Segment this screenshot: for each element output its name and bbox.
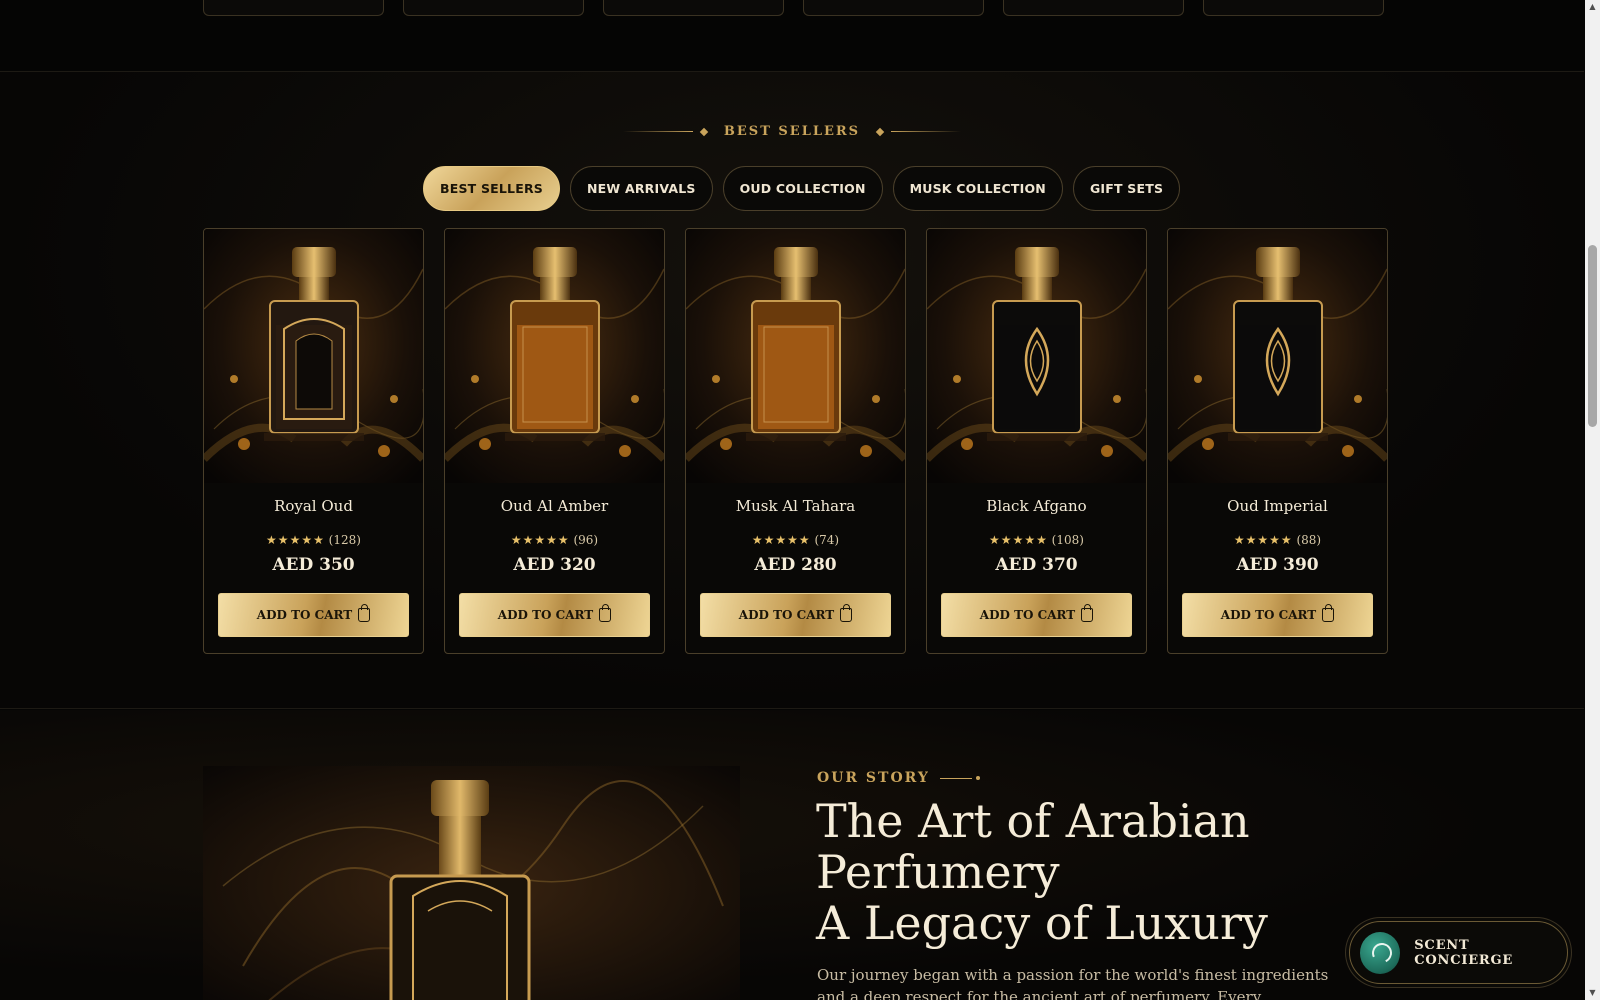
- perfume-bottle-illustration: [445, 229, 664, 483]
- story-title-line: A Legacy of Luxury: [816, 896, 1268, 950]
- product-card[interactable]: Oud Imperial ★★★★★ (88) AED 390 ADD TO C…: [1167, 228, 1388, 654]
- perfume-bottle-illustration: [204, 229, 423, 483]
- page-scrollbar[interactable]: ▲ ▼: [1585, 0, 1600, 1000]
- product-price: AED 320: [513, 555, 596, 575]
- scrollbar-thumb[interactable]: [1588, 245, 1597, 427]
- category-card[interactable]: [1003, 0, 1184, 16]
- shopping-bag-icon: [840, 604, 853, 622]
- shopping-bag-icon: [599, 604, 612, 622]
- product-card[interactable]: Black Afgano ★★★★★ (108) AED 370 ADD TO …: [926, 228, 1147, 654]
- product-price: AED 280: [754, 555, 837, 575]
- scroll-down-icon[interactable]: ▼: [1588, 988, 1597, 997]
- product-name[interactable]: Royal Oud: [204, 497, 423, 515]
- story-image: [203, 766, 740, 1000]
- add-to-cart-button[interactable]: ADD TO CART: [459, 593, 650, 637]
- product-rating: ★★★★★ (128): [204, 533, 423, 547]
- add-to-cart-button[interactable]: ADD TO CART: [700, 593, 891, 637]
- tab-musk-collection[interactable]: MUSK COLLECTION: [892, 166, 1063, 211]
- review-count: (88): [1296, 533, 1322, 547]
- star-rating-icon: ★★★★★: [510, 533, 570, 547]
- star-rating-icon: ★★★★★: [266, 533, 325, 547]
- product-name[interactable]: Musk Al Tahara: [686, 497, 905, 515]
- scent-concierge-label: SCENT CONCIERGE: [1414, 937, 1514, 968]
- product-card[interactable]: Musk Al Tahara ★★★★★ (74) AED 280 ADD TO…: [685, 228, 906, 654]
- product-name[interactable]: Oud Imperial: [1168, 497, 1387, 515]
- product-rating: ★★★★★ (88): [1168, 533, 1387, 547]
- tab-best-sellers[interactable]: BEST SELLERS: [423, 166, 560, 211]
- section-heading: BEST SELLERS: [0, 124, 1584, 139]
- category-card[interactable]: [203, 0, 384, 16]
- add-to-cart-label: ADD TO CART: [738, 608, 835, 622]
- add-to-cart-button[interactable]: ADD TO CART: [218, 593, 409, 637]
- tab-gift-sets[interactable]: GIFT SETS: [1072, 166, 1181, 211]
- tab-oud-collection[interactable]: OUD COLLECTION: [722, 166, 883, 211]
- add-to-cart-button[interactable]: ADD TO CART: [1182, 593, 1373, 637]
- product-price: AED 390: [1236, 555, 1319, 575]
- review-count: (128): [328, 533, 361, 547]
- product-price: AED 350: [272, 555, 355, 575]
- product-rating: ★★★★★ (96): [445, 533, 664, 547]
- category-card[interactable]: [803, 0, 984, 16]
- story-title-line: Perfumery: [816, 845, 1060, 899]
- perfume-bottle-illustration: [927, 229, 1146, 483]
- perfume-bottle-illustration: [203, 766, 740, 1000]
- add-to-cart-label: ADD TO CART: [979, 608, 1076, 622]
- add-to-cart-label: ADD TO CART: [256, 608, 353, 622]
- add-to-cart-label: ADD TO CART: [1220, 608, 1317, 622]
- story-kicker: OUR STORY: [817, 770, 980, 786]
- star-rating-icon: ★★★★★: [1233, 533, 1293, 547]
- ornament-diamond: [700, 127, 709, 136]
- product-image[interactable]: [445, 229, 664, 483]
- ornament-diamond: [875, 127, 884, 136]
- tab-new-arrivals[interactable]: NEW ARRIVALS: [570, 166, 713, 211]
- scroll-up-icon[interactable]: ▲: [1588, 2, 1597, 11]
- review-count: (74): [814, 533, 840, 547]
- chat-bubble-icon: [1360, 931, 1401, 974]
- category-card[interactable]: [1203, 0, 1384, 16]
- product-image[interactable]: [686, 229, 905, 483]
- category-card[interactable]: [403, 0, 584, 16]
- product-image[interactable]: [204, 229, 423, 483]
- story-kicker-text: OUR STORY: [817, 770, 930, 786]
- perfume-bottle-illustration: [686, 229, 905, 483]
- star-rating-icon: ★★★★★: [751, 533, 811, 547]
- product-name[interactable]: Black Afgano: [927, 497, 1146, 515]
- our-story-section: OUR STORY The Art of Arabian Perfumery A…: [0, 710, 1584, 1000]
- previous-section: [0, 0, 1584, 72]
- product-card[interactable]: Royal Oud ★★★★★ (128) AED 350 ADD TO CAR…: [203, 228, 424, 654]
- ornament-dot: [975, 776, 980, 780]
- product-grid: Royal Oud ★★★★★ (128) AED 350 ADD TO CAR…: [203, 228, 1388, 654]
- product-rating: ★★★★★ (108): [927, 533, 1146, 547]
- ornament-right: [890, 131, 961, 132]
- star-rating-icon: ★★★★★: [989, 533, 1048, 547]
- story-body: Our journey began with a passion for the…: [817, 966, 1329, 1000]
- product-image[interactable]: [927, 229, 1146, 483]
- shopping-bag-icon: [1081, 604, 1094, 622]
- ornament-left: [623, 131, 694, 132]
- best-sellers-section: BEST SELLERS BEST SELLERS NEW ARRIVALS O…: [0, 72, 1584, 709]
- product-card[interactable]: Oud Al Amber ★★★★★ (96) AED 320 ADD TO C…: [444, 228, 665, 654]
- product-rating: ★★★★★ (74): [686, 533, 905, 547]
- collection-tabs: BEST SELLERS NEW ARRIVALS OUD COLLECTION…: [423, 166, 1181, 211]
- product-image[interactable]: [1168, 229, 1387, 483]
- shopping-bag-icon: [1322, 604, 1335, 622]
- add-to-cart-button[interactable]: ADD TO CART: [941, 593, 1132, 637]
- product-name[interactable]: Oud Al Amber: [445, 497, 664, 515]
- review-count: (96): [573, 533, 599, 547]
- add-to-cart-label: ADD TO CART: [497, 608, 594, 622]
- perfume-bottle-illustration: [1168, 229, 1387, 483]
- story-title: The Art of Arabian Perfumery A Legacy of…: [816, 796, 1376, 949]
- section-heading-text: BEST SELLERS: [723, 124, 861, 139]
- shopping-bag-icon: [358, 604, 371, 622]
- scent-concierge-button[interactable]: SCENT CONCIERGE: [1349, 921, 1568, 984]
- ornament-line: [939, 777, 972, 779]
- category-card[interactable]: [603, 0, 784, 16]
- product-price: AED 370: [995, 555, 1078, 575]
- story-title-line: The Art of Arabian: [816, 794, 1250, 848]
- review-count: (108): [1051, 533, 1084, 547]
